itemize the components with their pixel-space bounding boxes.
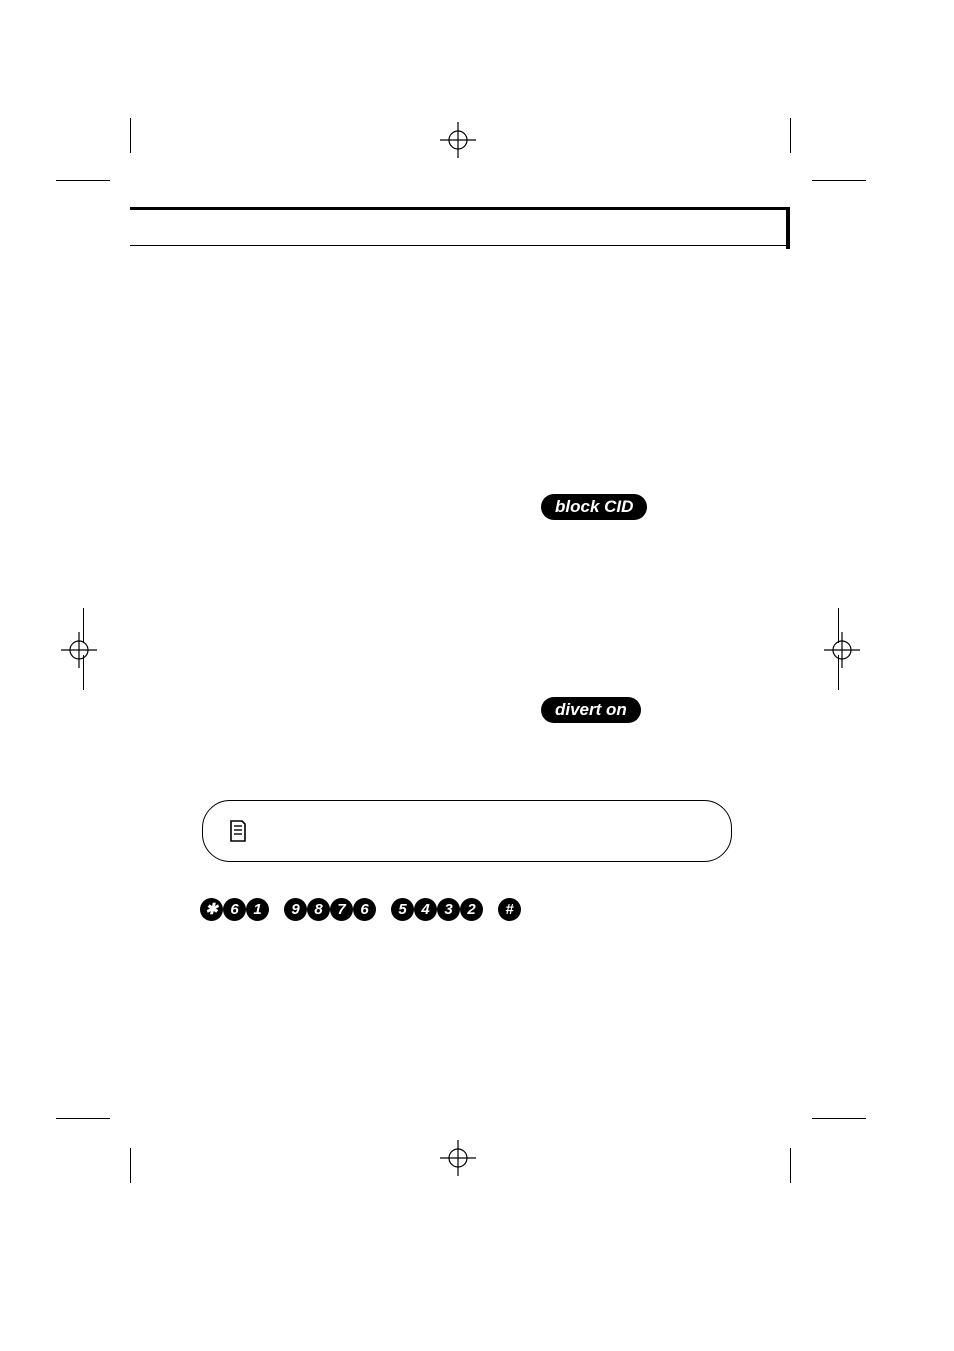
registration-mark-icon bbox=[822, 630, 862, 670]
dial-key-star: ✱ bbox=[200, 898, 223, 921]
crop-mark bbox=[130, 1148, 131, 1183]
registration-mark-icon bbox=[438, 120, 478, 160]
dial-key-7: 7 bbox=[330, 898, 353, 921]
header-tab bbox=[786, 207, 790, 249]
block-cid-button[interactable]: block CID bbox=[541, 494, 647, 520]
dial-key-8: 8 bbox=[307, 898, 330, 921]
registration-mark-icon bbox=[59, 630, 99, 670]
crop-mark bbox=[790, 1148, 791, 1183]
crop-mark bbox=[130, 118, 131, 153]
dial-key-hash: # bbox=[498, 898, 521, 921]
crop-mark bbox=[56, 180, 110, 181]
dial-key-6b: 6 bbox=[353, 898, 376, 921]
divert-on-button[interactable]: divert on bbox=[541, 697, 641, 723]
dial-key-2: 2 bbox=[460, 898, 483, 921]
dial-sequence: ✱ 6 1 9 8 7 6 5 4 3 2 # bbox=[200, 898, 521, 921]
crop-mark bbox=[56, 1118, 110, 1119]
dial-key-3: 3 bbox=[437, 898, 460, 921]
dial-key-1: 1 bbox=[246, 898, 269, 921]
note-box bbox=[202, 800, 732, 862]
crop-mark bbox=[812, 180, 866, 181]
note-icon bbox=[229, 820, 247, 842]
dial-key-9: 9 bbox=[284, 898, 307, 921]
registration-mark-icon bbox=[438, 1138, 478, 1178]
dial-key-4: 4 bbox=[414, 898, 437, 921]
crop-mark bbox=[790, 118, 791, 153]
crop-mark bbox=[812, 1118, 866, 1119]
header-rule-thick bbox=[130, 207, 790, 210]
dial-key-5: 5 bbox=[391, 898, 414, 921]
dial-key-6: 6 bbox=[223, 898, 246, 921]
header-rule-thin bbox=[130, 245, 790, 246]
